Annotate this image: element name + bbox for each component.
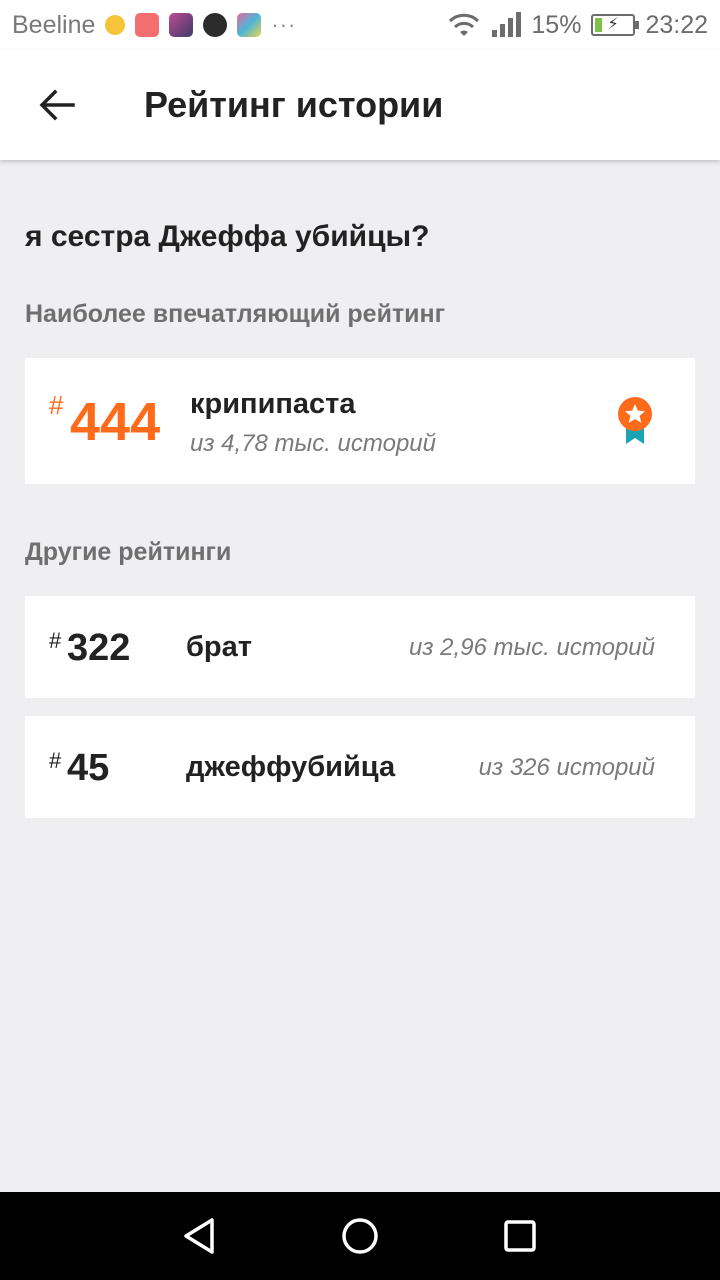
- signal-icon: [492, 12, 522, 37]
- nav-home-button[interactable]: [330, 1206, 390, 1266]
- more-notifications-icon: ···: [271, 12, 297, 37]
- rank-hash: #: [49, 628, 62, 653]
- system-nav-bar: [0, 1192, 720, 1280]
- notification-app-icon: [237, 13, 262, 37]
- best-ranking-card[interactable]: # 444 крипипаста из 4,78 тыс. историй: [25, 358, 695, 484]
- carrier-name: Beeline: [12, 10, 96, 39]
- square-recents-icon: [504, 1220, 536, 1252]
- clock: 23:22: [645, 10, 708, 39]
- arrow-left-icon: [39, 89, 75, 121]
- ranking-story-count: из 326 историй: [478, 754, 655, 781]
- circle-home-icon: [342, 1218, 378, 1254]
- nav-recents-button[interactable]: [490, 1206, 550, 1266]
- notification-app-icon: [169, 13, 194, 37]
- battery-icon: ⚡: [591, 14, 640, 36]
- status-bar-left: Beeline ···: [12, 11, 296, 40]
- app-bar: Рейтинг истории: [0, 50, 720, 160]
- ranking-card[interactable]: # 45 джеффубийца из 326 историй: [25, 716, 695, 818]
- battery-percent: 15%: [531, 10, 582, 39]
- page-title: Рейтинг истории: [144, 84, 444, 125]
- notification-app-icon: [203, 13, 228, 37]
- ranking-tag: джеффубийца: [186, 751, 396, 783]
- notification-app-icon: [105, 15, 126, 35]
- rank-number: 45: [67, 747, 110, 789]
- ranking-tag: брат: [186, 631, 252, 663]
- best-ranking-section-label: Наиболее впечатляющий рейтинг: [25, 300, 446, 328]
- rank-number: 444: [70, 392, 161, 452]
- rank-hash: #: [49, 748, 62, 773]
- nav-back-button[interactable]: [170, 1206, 230, 1266]
- medal-star-icon: [618, 397, 652, 444]
- notification-app-icon: [135, 13, 160, 37]
- status-bar-right: 15% ⚡ 23:22: [447, 11, 708, 40]
- triangle-back-icon: [184, 1218, 214, 1254]
- ranking-story-count: из 4,78 тыс. историй: [190, 430, 436, 457]
- back-button[interactable]: [22, 70, 92, 140]
- ranking-story-count: из 2,96 тыс. историй: [409, 634, 655, 661]
- status-bar: Beeline ··· 15% ⚡ 23:22: [0, 0, 720, 50]
- rank-hash: #: [49, 390, 64, 420]
- ranking-tag: крипипаста: [190, 388, 356, 420]
- ranking-card[interactable]: # 322 брат из 2,96 тыс. историй: [25, 596, 695, 698]
- other-rankings-section-label: Другие рейтинги: [25, 538, 232, 566]
- rank-number: 322: [67, 627, 131, 669]
- wifi-icon: [449, 13, 480, 36]
- story-title: я сестра Джеффа убийцы?: [25, 220, 430, 253]
